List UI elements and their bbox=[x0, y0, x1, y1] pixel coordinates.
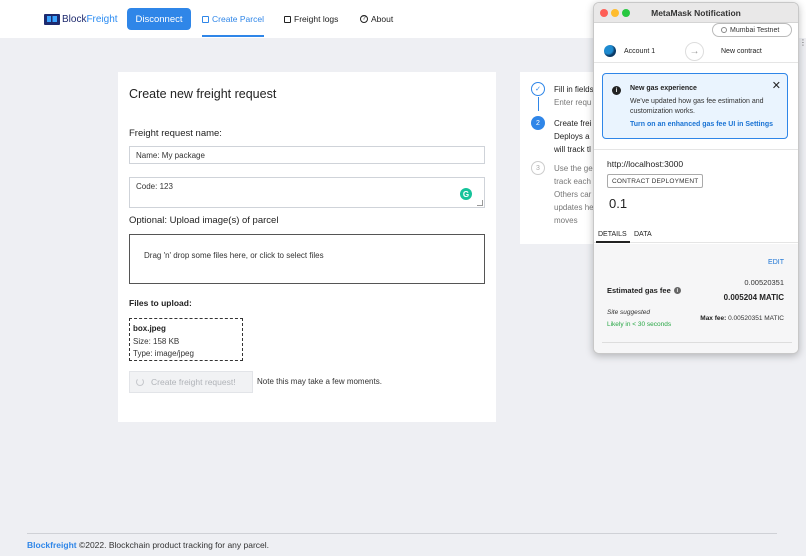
resize-handle[interactable] bbox=[477, 200, 483, 206]
step-2: Create frei Deploys a will track tl bbox=[554, 119, 592, 154]
account-row: Account 1 → New contract bbox=[594, 41, 798, 63]
step-2-icon: 2 bbox=[531, 116, 545, 130]
edit-button[interactable]: EDIT bbox=[768, 259, 784, 266]
metamask-window: MetaMask Notification Mumbai Testnet Acc… bbox=[593, 2, 799, 354]
banner-body: We've updated how gas fee estimation and… bbox=[630, 98, 764, 115]
active-tab-indicator bbox=[202, 35, 264, 37]
divider bbox=[602, 342, 792, 343]
window-title: MetaMask Notification bbox=[651, 8, 741, 18]
question-icon: ? bbox=[360, 15, 368, 23]
origin-url: http://localhost:3000 bbox=[607, 159, 684, 169]
max-fee: Max fee: 0.00520351 MATIC bbox=[700, 315, 784, 322]
recipient-label: New contract bbox=[721, 48, 762, 55]
gas-fee-total: 0.005204 MATIC bbox=[723, 293, 784, 302]
gas-fee-native: 0.00520351 bbox=[744, 278, 784, 287]
info-icon[interactable]: i bbox=[673, 287, 681, 294]
network-icon bbox=[721, 27, 727, 33]
step-3-icon: 3 bbox=[531, 161, 545, 175]
grammarly-icon[interactable]: G bbox=[460, 188, 472, 200]
name-input[interactable]: Name: My package bbox=[129, 146, 485, 164]
upload-label: Optional: Upload image(s) of parcel bbox=[129, 215, 279, 226]
name-label: Freight request name: bbox=[129, 128, 222, 139]
network-selector[interactable]: Mumbai Testnet bbox=[712, 23, 792, 37]
window-titlebar: MetaMask Notification bbox=[594, 3, 798, 23]
logo[interactable]: BlockFreight bbox=[44, 13, 118, 26]
transaction-amount: 0.1 bbox=[609, 196, 628, 211]
submit-note: Note this may take a few moments. bbox=[257, 377, 382, 386]
banner-title: New gas experience bbox=[630, 85, 697, 92]
tab-details[interactable]: DETAILS bbox=[598, 231, 627, 238]
info-icon: i bbox=[612, 86, 621, 95]
site-suggested: Site suggested bbox=[607, 309, 651, 316]
account-name: Account 1 bbox=[624, 48, 656, 55]
account-avatar bbox=[604, 45, 616, 57]
active-tab-indicator bbox=[596, 241, 630, 243]
dropzone-text: Drag 'n' drop some files here, or click … bbox=[144, 251, 324, 260]
create-request-button[interactable]: Create freight request! bbox=[129, 371, 253, 393]
page-title: Create new freight request bbox=[129, 87, 277, 101]
nav-freight-logs[interactable]: Freight logs bbox=[284, 14, 338, 24]
files-label: Files to upload: bbox=[129, 298, 192, 308]
arrow-right-icon: → bbox=[685, 42, 704, 61]
more-icon: ⋮ bbox=[799, 38, 806, 47]
file-preview: box.jpeg Size: 158 KB Type: image/jpeg bbox=[129, 318, 243, 361]
footer-divider bbox=[27, 533, 777, 534]
spinner-icon bbox=[136, 378, 144, 386]
nav-create-parcel[interactable]: Create Parcel bbox=[202, 14, 264, 24]
step-1: Fill in fields Enter requ bbox=[554, 85, 594, 107]
edit-icon bbox=[284, 15, 291, 23]
tab-data[interactable]: DATA bbox=[634, 231, 652, 238]
nav-about[interactable]: ? About bbox=[360, 14, 393, 24]
contract-deployment-badge: CONTRACT DEPLOYMENT bbox=[607, 174, 704, 188]
logo-prefix: Block bbox=[62, 14, 87, 25]
gas-experience-banner: i New gas experience We've updated how g… bbox=[602, 73, 788, 139]
file-size: Size: 158 KB bbox=[133, 336, 180, 346]
step-connector bbox=[538, 97, 539, 111]
close-icon[interactable]: ✕ bbox=[772, 79, 781, 92]
logo-accent: Freight bbox=[86, 14, 118, 25]
step-done-icon: ✓ bbox=[531, 82, 545, 96]
enable-gas-ui-link[interactable]: Turn on an enhanced gas fee UI in Settin… bbox=[630, 121, 773, 128]
footer: Blockfreight ©2022. Blockchain product t… bbox=[27, 540, 269, 550]
file-dropzone[interactable]: Drag 'n' drop some files here, or click … bbox=[129, 234, 485, 284]
step-3: Use the ge track each Others car updates… bbox=[554, 164, 594, 225]
code-value: Code: 123 bbox=[136, 182, 173, 191]
file-name: box.jpeg bbox=[133, 324, 166, 333]
footer-brand-link[interactable]: Blockfreight bbox=[27, 540, 77, 550]
divider bbox=[594, 149, 798, 150]
estimated-gas-fee-label: Estimated gas fee i bbox=[607, 286, 681, 295]
disconnect-button[interactable]: Disconnect bbox=[127, 8, 191, 30]
create-freight-card: Create new freight request Freight reque… bbox=[118, 72, 496, 422]
code-textarea[interactable]: Code: 123 G bbox=[129, 177, 485, 208]
logo-icon bbox=[44, 14, 60, 25]
footer-text: ©2022. Blockchain product tracking for a… bbox=[78, 540, 270, 550]
edit-icon bbox=[202, 15, 209, 23]
time-estimate: Likely in < 30 seconds bbox=[607, 321, 672, 328]
file-type: Type: image/jpeg bbox=[133, 349, 194, 358]
